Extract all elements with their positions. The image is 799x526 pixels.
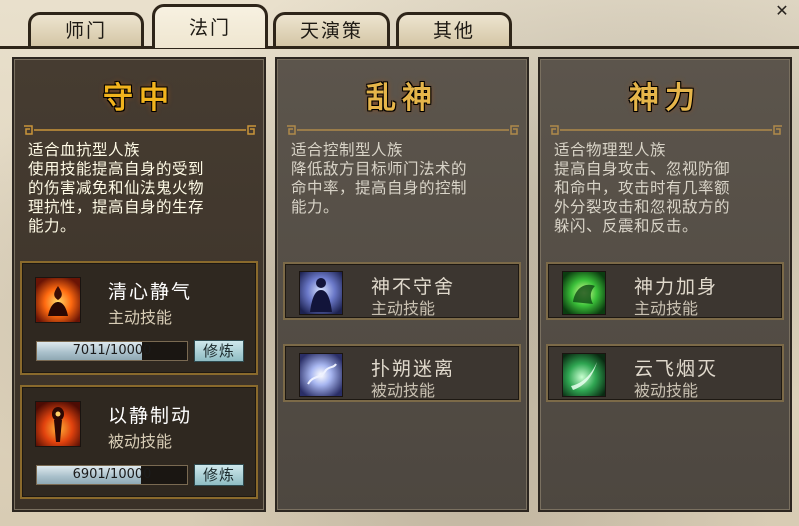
close-icon[interactable]: ✕ (773, 2, 791, 20)
panel-shouzhong[interactable]: 守中 适合血抗型人族 使用技能提高自身的受到 的伤害减免和仙法鬼火物 理抗性，提… (12, 57, 266, 512)
skill-card-shenbushoushe[interactable]: 神不守舍 主动技能 (283, 262, 521, 320)
ornament-divider (24, 125, 256, 135)
panel-description: 适合控制型人族 降低敌方目标师门法术的 命中率，提高自身的控制 能力。 (291, 141, 468, 216)
meditation-flame-icon (35, 277, 81, 323)
ornament-divider (287, 125, 519, 135)
skill-type: 主动技能 (108, 308, 173, 327)
skill-name: 以静制动 (108, 405, 193, 427)
tab-other[interactable]: 其他 (396, 12, 512, 46)
skill-card-qingxinjingqi[interactable]: 清心静气 主动技能 7011/10000 修炼 (20, 261, 258, 375)
tab-bar-divider (0, 46, 799, 49)
spirit-silhouette-icon (299, 271, 343, 315)
skill-type: 主动技能 (634, 299, 699, 318)
skill-name: 清心静气 (108, 281, 193, 303)
panel-description: 适合血抗型人族 使用技能提高自身的受到 的伤害减免和仙法鬼火物 理抗性，提高自身… (28, 141, 205, 235)
progress-text: 7011/10000 (72, 343, 152, 358)
training-progress-bar: 6901/10000 (36, 465, 188, 485)
panel-title: 守中 (103, 81, 175, 116)
skill-card-yijingzhidong[interactable]: 以静制动 被动技能 6901/10000 修炼 (20, 385, 258, 499)
panel-description: 适合物理型人族 提高自身攻击、忽视防御 和命中，攻击时有几率额 外分裂攻击和忽视… (554, 141, 731, 235)
progress-text: 6901/10000 (72, 467, 152, 482)
skill-type: 被动技能 (108, 432, 173, 451)
skill-type: 被动技能 (371, 381, 436, 400)
train-button[interactable]: 修炼 (194, 340, 244, 362)
ornament-divider (550, 125, 782, 135)
panel-luanshen[interactable]: 乱神 适合控制型人族 降低敌方目标师门法术的 命中率，提高自身的控制 能力。 神… (275, 57, 529, 512)
panel-shenli[interactable]: 神力 适合物理型人族 提高自身攻击、忽视防御 和命中，攻击时有几率额 外分裂攻击… (538, 57, 792, 512)
skill-card-pushuomili[interactable]: 扑朔迷离 被动技能 (283, 344, 521, 402)
tab-famen[interactable]: 法门 (152, 4, 268, 48)
tab-tianyance[interactable]: 天演策 (273, 12, 390, 46)
panel-title: 神力 (629, 81, 701, 116)
panel-title: 乱神 (366, 81, 438, 116)
green-blade-icon (562, 353, 606, 397)
training-progress-bar: 7011/10000 (36, 341, 188, 361)
skill-type: 被动技能 (634, 381, 699, 400)
train-button[interactable]: 修炼 (194, 464, 244, 486)
skill-card-yunfeiyanmie[interactable]: 云飞烟灭 被动技能 (546, 344, 784, 402)
green-power-icon (562, 271, 606, 315)
mist-spirit-icon (299, 353, 343, 397)
tab-shimen[interactable]: 师门 (28, 12, 144, 46)
skill-card-shenlijiashen[interactable]: 神力加身 主动技能 (546, 262, 784, 320)
fire-totem-icon (35, 401, 81, 447)
skill-type: 主动技能 (371, 299, 436, 318)
